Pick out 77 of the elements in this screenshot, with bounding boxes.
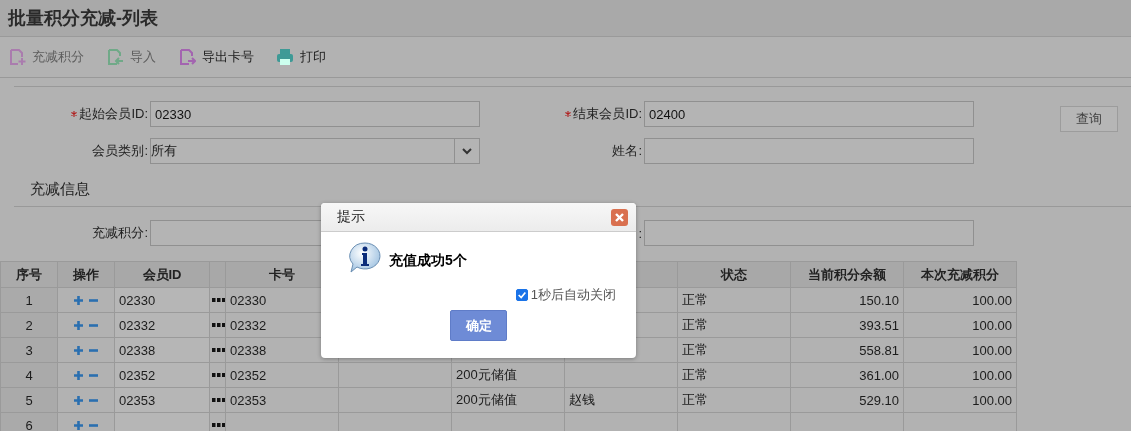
ellipsis-icon[interactable] (212, 373, 225, 377)
table-cell: 正常 (677, 387, 791, 413)
plus-icon[interactable] (74, 320, 83, 330)
printer-icon (276, 48, 294, 66)
plus-icon[interactable] (74, 295, 83, 305)
close-button[interactable] (611, 208, 628, 226)
column-header: 当前积分余额 (790, 261, 904, 288)
table-cell: 361.00 (790, 362, 904, 388)
plus-icon[interactable] (74, 420, 83, 430)
ellipsis-icon[interactable] (212, 323, 225, 327)
chevron-down-icon (461, 146, 473, 156)
toolbar-button[interactable]: 导出卡号 (178, 48, 254, 66)
table-cell: 100.00 (903, 337, 1017, 363)
table-cell: 5 (0, 387, 58, 413)
dialog-message: 充值成功5个 (389, 252, 467, 270)
input-field[interactable]: 02330 (150, 101, 480, 127)
dropdown-field[interactable]: 所有 (150, 138, 480, 164)
table-cell: 100.00 (903, 362, 1017, 388)
field-label: 充减积分: (92, 224, 148, 242)
input-field[interactable] (644, 138, 974, 164)
table-cell: 100.00 (903, 387, 1017, 413)
document-arrow-icon (178, 48, 196, 66)
column-header: 状态 (677, 261, 791, 288)
ellipsis-icon[interactable] (212, 398, 225, 402)
table-cell: 02353 (225, 387, 339, 413)
table-cell: 正常 (677, 287, 791, 313)
page-title: 批量积分充减-列表 (8, 7, 158, 30)
table-cell: 3 (0, 337, 58, 363)
input-field[interactable] (644, 220, 974, 246)
table-cell: 4 (0, 362, 58, 388)
document-plus-icon (8, 48, 26, 66)
checkbox[interactable] (515, 289, 528, 301)
field-label: 起始会员ID: (79, 105, 148, 123)
table-cell: 1 (0, 287, 58, 313)
field-label: : (638, 225, 642, 241)
column-header: 会员ID (114, 261, 210, 288)
field-label: 姓名: (612, 142, 642, 160)
column-header: 序号 (0, 261, 58, 288)
table-cell: 正常 (677, 362, 791, 388)
ellipsis-icon[interactable] (212, 423, 225, 427)
table-cell: 100.00 (903, 287, 1017, 313)
document-arrow-icon (106, 48, 124, 66)
input-field[interactable]: 02400 (644, 101, 974, 127)
table-cell: 02338 (114, 337, 210, 363)
table-cell: 100.00 (903, 312, 1017, 338)
table-cell: 02352 (225, 362, 339, 388)
info-icon (347, 240, 383, 274)
ellipsis-icon[interactable] (212, 348, 225, 352)
table-cell: 02332 (114, 312, 210, 338)
checkbox-label: 1秒后自动关闭 (530, 286, 616, 304)
section-heading: 充减信息 (30, 180, 91, 199)
table-cell: 529.10 (790, 387, 904, 413)
check-icon (516, 290, 527, 300)
field-label: 结束会员ID: (573, 105, 642, 123)
toolbar-button[interactable]: 打印 (276, 48, 326, 66)
plus-icon[interactable] (74, 345, 83, 355)
table-cell: 393.51 (790, 312, 904, 338)
plus-icon[interactable] (74, 395, 83, 405)
plus-icon[interactable] (74, 370, 83, 380)
close-icon (614, 211, 625, 223)
table-cell: 200元储值 (451, 362, 565, 388)
table-cell: 02330 (114, 287, 210, 313)
table-cell: 2 (0, 312, 58, 338)
table-cell: 558.81 (790, 337, 904, 363)
column-header: 操作 (57, 261, 115, 288)
field-label: 会员类别: (92, 142, 148, 160)
table-cell: 赵钱 (564, 387, 678, 413)
dialog-title: 提示 (337, 208, 365, 226)
table-cell: 正常 (677, 337, 791, 363)
column-header: 本次充减积分 (903, 261, 1017, 288)
table-cell: 150.10 (790, 287, 904, 313)
ellipsis-icon[interactable] (212, 298, 225, 302)
table-cell: 02353 (114, 387, 210, 413)
table-cell: 正常 (677, 312, 791, 338)
search-button[interactable]: 查询 (1060, 106, 1118, 132)
table-cell: 02352 (114, 362, 210, 388)
table-cell: 200元储值 (451, 387, 565, 413)
